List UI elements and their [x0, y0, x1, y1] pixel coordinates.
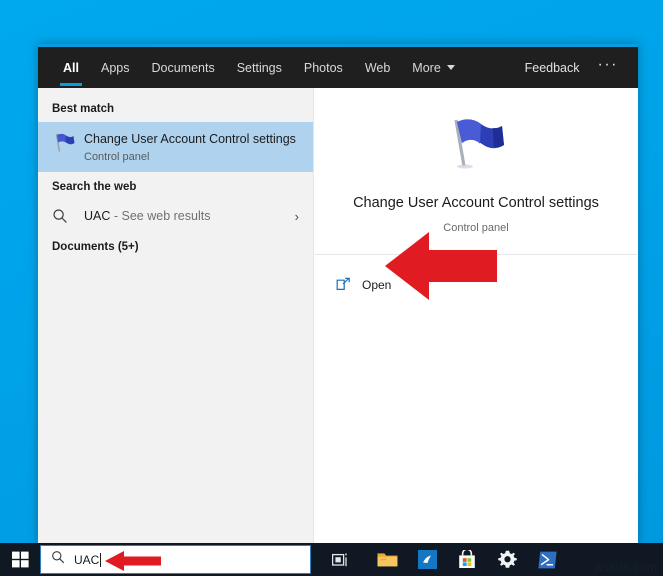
tab-photos-label: Photos: [303, 60, 343, 75]
result-item-subtitle: Control panel: [84, 151, 150, 163]
web-result-item-uac[interactable]: UAC - See web results ›: [38, 200, 313, 232]
documents-header: Documents (5+): [52, 241, 139, 253]
chevron-right-icon: ›: [294, 208, 299, 224]
search-the-web-header: Search the web: [52, 181, 137, 193]
taskbar: UAC wsxdn.com: [0, 543, 663, 576]
microsoft-store-icon[interactable]: [447, 543, 487, 576]
open-action-label: Open: [362, 277, 392, 292]
search-panel-body: Best match Change User Account Control s…: [38, 88, 638, 543]
start-button-icon[interactable]: [0, 543, 40, 576]
preview-subtitle: Control panel: [443, 222, 509, 234]
file-explorer-icon[interactable]: [367, 543, 407, 576]
tab-all[interactable]: All: [52, 47, 90, 88]
result-item-change-uac-settings[interactable]: Change User Account Control settings Con…: [38, 122, 313, 172]
web-result-suffix: - See web results: [110, 209, 211, 223]
watermark: wsxdn.com: [594, 560, 657, 574]
tab-web[interactable]: Web: [354, 47, 401, 88]
more-options-icon[interactable]: ···: [590, 56, 626, 76]
taskbar-search-value: UAC: [74, 552, 100, 567]
tab-apps-label: Apps: [100, 60, 130, 75]
settings-gear-icon[interactable]: [487, 543, 527, 576]
header-right-actions: Feedback ···: [515, 47, 638, 88]
preview-title: Change User Account Control settings: [353, 195, 599, 211]
preview-action-list: Open: [314, 255, 638, 298]
task-view-icon[interactable]: [321, 543, 361, 576]
search-filter-tabs: All Apps Documents Settings Photos Web M…: [38, 47, 466, 88]
uac-flag-icon: [444, 116, 508, 172]
tab-settings[interactable]: Settings: [226, 47, 293, 88]
uac-flag-icon: [52, 131, 84, 159]
tab-more[interactable]: More: [401, 47, 465, 88]
open-action-button[interactable]: Open: [314, 271, 638, 298]
search-flyout-panel: All Apps Documents Settings Photos Web M…: [38, 44, 638, 543]
search-results-column: Best match Change User Account Control s…: [38, 88, 313, 543]
result-item-text: Change User Account Control settings Con…: [84, 131, 303, 163]
tab-settings-label: Settings: [236, 60, 282, 75]
taskbar-pinned-apps: [367, 543, 567, 576]
tab-all-label: All: [63, 60, 79, 75]
taskbar-search-input[interactable]: UAC: [40, 545, 311, 574]
web-result-label: UAC - See web results: [84, 209, 295, 223]
blue-app-icon[interactable]: [407, 543, 447, 576]
tab-documents-label: Documents: [151, 60, 215, 75]
preview-hero: Change User Account Control settings Con…: [314, 88, 638, 254]
feedback-button[interactable]: Feedback: [515, 61, 590, 75]
search-icon: [51, 550, 65, 569]
text-cursor: [100, 552, 102, 567]
result-item-title: Change User Account Control settings: [84, 132, 296, 146]
best-match-header: Best match: [52, 103, 114, 115]
search-panel-header: All Apps Documents Settings Photos Web M…: [38, 44, 638, 88]
preview-column: Change User Account Control settings Con…: [313, 88, 638, 543]
chevron-down-icon: [446, 65, 455, 70]
tab-documents[interactable]: Documents: [140, 47, 225, 88]
powershell-icon[interactable]: [527, 543, 567, 576]
open-external-icon: [336, 277, 362, 292]
tab-photos[interactable]: Photos: [293, 47, 354, 88]
search-icon: [52, 208, 84, 224]
tab-apps[interactable]: Apps: [90, 47, 141, 88]
web-result-query: UAC: [84, 209, 111, 223]
tab-web-label: Web: [364, 60, 391, 75]
tab-more-label: More: [412, 60, 441, 75]
